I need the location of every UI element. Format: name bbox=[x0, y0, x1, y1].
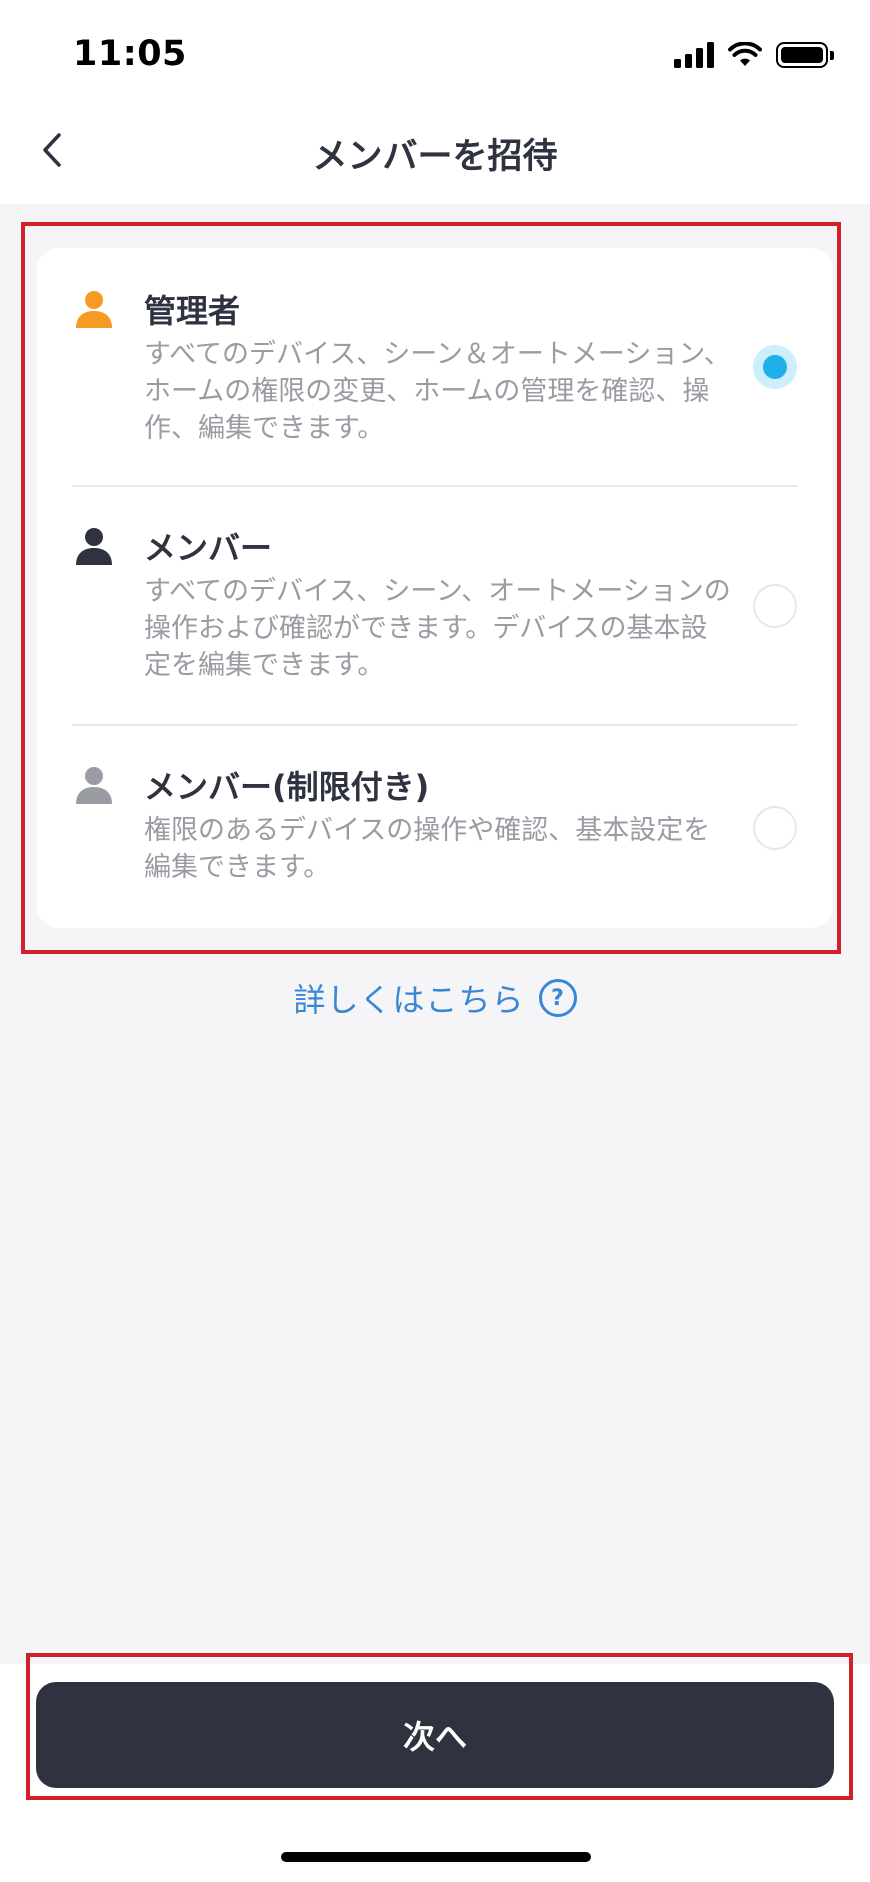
question-circle-icon: ? bbox=[538, 979, 577, 1017]
wifi-icon bbox=[728, 42, 762, 66]
status-time: 11:05 bbox=[73, 34, 187, 74]
next-button[interactable]: 次へ bbox=[36, 1682, 834, 1788]
role-title: メンバー bbox=[144, 529, 273, 567]
role-radio-admin[interactable] bbox=[753, 345, 797, 389]
status-icons bbox=[674, 38, 834, 72]
person-icon bbox=[76, 291, 112, 328]
role-radio-limited-member[interactable] bbox=[753, 806, 797, 850]
battery-icon bbox=[776, 42, 834, 68]
learn-more-label: 詳しくはこちら bbox=[293, 981, 525, 1019]
learn-more-link[interactable]: 詳しくはこちら ? bbox=[0, 975, 870, 1021]
role-description: すべてのデバイス、シーン＆オートメーション、ホームの権限の変更、ホームの管理を確… bbox=[144, 339, 731, 444]
role-list: 管理者 すべてのデバイス、シーン＆オートメーション、ホームの権限の変更、ホームの… bbox=[37, 248, 833, 928]
home-indicator bbox=[281, 1852, 591, 1862]
role-option-limited-member[interactable]: メンバー(制限付き) 権限のあるデバイスの操作や確認、基本設定を編集できます。 bbox=[37, 726, 833, 928]
role-description: 権限のあるデバイスの操作や確認、基本設定を編集できます。 bbox=[144, 815, 711, 883]
cellular-signal-icon bbox=[674, 42, 714, 68]
person-icon bbox=[76, 767, 112, 804]
role-title: メンバー(制限付き) bbox=[144, 768, 430, 806]
role-title: 管理者 bbox=[144, 292, 241, 330]
role-option-admin[interactable]: 管理者 すべてのデバイス、シーン＆オートメーション、ホームの権限の変更、ホームの… bbox=[37, 248, 833, 484]
top-bar: 11:05 メンバーを招待 bbox=[0, 0, 870, 204]
person-icon bbox=[76, 528, 112, 565]
role-radio-member[interactable] bbox=[753, 584, 797, 628]
role-description: すべてのデバイス、シーン、オートメーションの操作および確認ができます。デバイスの… bbox=[144, 576, 731, 681]
role-option-member[interactable]: メンバー すべてのデバイス、シーン、オートメーションの操作および確認ができます。… bbox=[37, 487, 833, 723]
invite-member-screen: 11:05 メンバーを招待 管理者 すべてのデバイス、シーン＆オートメーション、… bbox=[0, 0, 870, 1882]
page-title: メンバーを招待 bbox=[312, 137, 558, 177]
